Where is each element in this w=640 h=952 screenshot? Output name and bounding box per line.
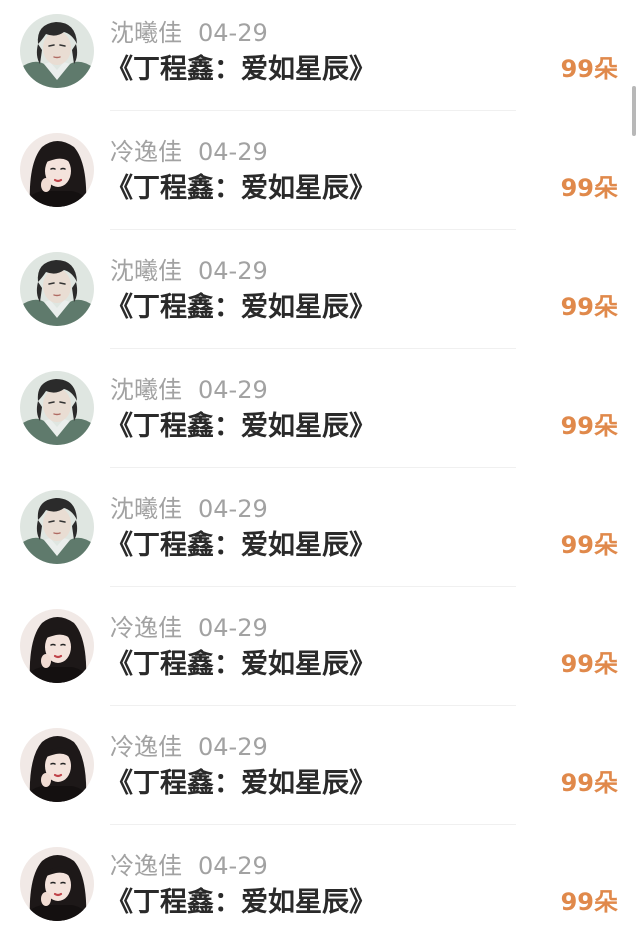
list-item[interactable]: 冷逸佳 04-29 《丁程鑫：爱如星辰》 99朵 [0,714,640,833]
entry-title[interactable]: 《丁程鑫：爱如星辰》 [106,170,376,208]
entry-title[interactable]: 《丁程鑫：爱如星辰》 [106,289,376,327]
entry-title[interactable]: 《丁程鑫：爱如星辰》 [106,884,376,922]
avatar[interactable] [20,847,94,921]
entry-date: 04-29 [198,852,268,880]
divider [110,824,516,825]
list-item[interactable]: 沈曦佳 04-29 《丁程鑫：爱如星辰》 99朵 [0,0,640,119]
avatar[interactable] [20,728,94,802]
entry-meta: 冷逸佳 04-29 [110,730,268,764]
entry-title[interactable]: 《丁程鑫：爱如星辰》 [106,646,376,684]
scrollbar-thumb[interactable] [632,86,636,136]
avatar[interactable] [20,14,94,88]
list-item[interactable]: 沈曦佳 04-29 《丁程鑫：爱如星辰》 99朵 [0,476,640,595]
entry-meta: 沈曦佳 04-29 [110,373,268,407]
gift-amount: 99朵 [560,531,618,559]
gift-amount: 99朵 [560,174,618,202]
list-item[interactable]: 冷逸佳 04-29 《丁程鑫：爱如星辰》 99朵 [0,833,640,952]
divider [110,705,516,706]
entry-date: 04-29 [198,733,268,761]
avatar[interactable] [20,490,94,564]
gift-amount: 99朵 [560,769,618,797]
entry-date: 04-29 [198,19,268,47]
list-item[interactable]: 沈曦佳 04-29 《丁程鑫：爱如星辰》 99朵 [0,357,640,476]
gift-amount: 99朵 [560,888,618,916]
avatar[interactable] [20,133,94,207]
list-item[interactable]: 冷逸佳 04-29 《丁程鑫：爱如星辰》 99朵 [0,595,640,714]
entry-meta: 沈曦佳 04-29 [110,16,268,50]
entry-meta: 冷逸佳 04-29 [110,135,268,169]
gift-amount: 99朵 [560,412,618,440]
divider [110,586,516,587]
entry-date: 04-29 [198,376,268,404]
gift-amount: 99朵 [560,650,618,678]
entry-title[interactable]: 《丁程鑫：爱如星辰》 [106,527,376,565]
entry-date: 04-29 [198,495,268,523]
entry-title[interactable]: 《丁程鑫：爱如星辰》 [106,765,376,803]
entry-title[interactable]: 《丁程鑫：爱如星辰》 [106,408,376,446]
avatar[interactable] [20,371,94,445]
entry-date: 04-29 [198,614,268,642]
gift-amount: 99朵 [560,293,618,321]
entry-title[interactable]: 《丁程鑫：爱如星辰》 [106,51,376,89]
user-name[interactable]: 沈曦佳 [110,376,182,404]
divider [110,229,516,230]
entry-meta: 沈曦佳 04-29 [110,492,268,526]
user-name[interactable]: 沈曦佳 [110,19,182,47]
avatar[interactable] [20,252,94,326]
divider [110,348,516,349]
entry-meta: 冷逸佳 04-29 [110,849,268,883]
entry-meta: 冷逸佳 04-29 [110,611,268,645]
entry-date: 04-29 [198,138,268,166]
list-item[interactable]: 冷逸佳 04-29 《丁程鑫：爱如星辰》 99朵 [0,119,640,238]
divider [110,110,516,111]
entry-date: 04-29 [198,257,268,285]
gift-list: 沈曦佳 04-29 《丁程鑫：爱如星辰》 99朵 冷逸佳 04-29 《丁程鑫：爱如… [0,0,640,952]
list-item[interactable]: 沈曦佳 04-29 《丁程鑫：爱如星辰》 99朵 [0,238,640,357]
user-name[interactable]: 冷逸佳 [110,852,182,880]
entry-meta: 沈曦佳 04-29 [110,254,268,288]
gift-amount: 99朵 [560,55,618,83]
user-name[interactable]: 冷逸佳 [110,733,182,761]
user-name[interactable]: 冷逸佳 [110,614,182,642]
user-name[interactable]: 沈曦佳 [110,257,182,285]
user-name[interactable]: 沈曦佳 [110,495,182,523]
divider [110,467,516,468]
user-name[interactable]: 冷逸佳 [110,138,182,166]
avatar[interactable] [20,609,94,683]
